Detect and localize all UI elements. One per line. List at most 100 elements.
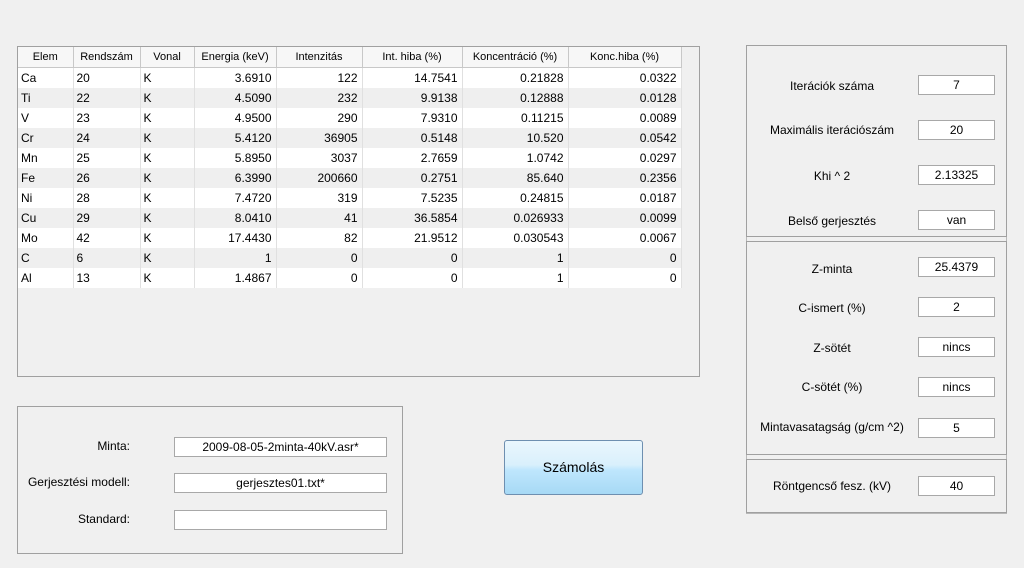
column-header[interactable]: Energia (keV) — [194, 47, 277, 68]
table-cell[interactable]: 0.2356 — [568, 168, 682, 188]
table-cell[interactable]: Fe — [18, 168, 74, 188]
table-cell[interactable]: K — [140, 208, 195, 228]
table-cell[interactable]: K — [140, 88, 195, 108]
table-cell[interactable]: 0.24815 — [462, 188, 569, 208]
table-cell[interactable]: 1 — [462, 248, 569, 268]
table-cell[interactable]: Cu — [18, 208, 74, 228]
table-cell[interactable]: K — [140, 67, 195, 88]
excitation-model-field[interactable]: gerjesztes01.txt* — [174, 473, 387, 493]
table-cell[interactable]: 0 — [568, 268, 682, 288]
table-cell[interactable]: 85.640 — [462, 168, 569, 188]
table-cell[interactable]: Ca — [18, 67, 74, 88]
table-cell[interactable]: 0.11215 — [462, 108, 569, 128]
table-cell[interactable]: 0.030543 — [462, 228, 569, 248]
results-table[interactable]: Elem Rendszám Vonal Energia (keV) Intenz… — [18, 47, 682, 288]
table-cell[interactable]: 0 — [362, 268, 463, 288]
table-cell[interactable]: K — [140, 188, 195, 208]
column-header[interactable]: Intenzitás — [276, 47, 363, 68]
calculate-button[interactable]: Számolás — [504, 440, 643, 495]
table-cell[interactable]: K — [140, 148, 195, 168]
table-cell[interactable]: K — [140, 108, 195, 128]
sample-thickness-field[interactable]: 5 — [918, 418, 995, 438]
table-cell[interactable]: 14.7541 — [362, 67, 463, 88]
table-cell[interactable]: 0 — [276, 268, 363, 288]
table-cell[interactable]: V — [18, 108, 74, 128]
c-known-field[interactable]: 2 — [918, 297, 995, 317]
column-header[interactable]: Koncentráció (%) — [462, 47, 569, 68]
column-header[interactable]: Elem — [18, 47, 74, 68]
table-cell[interactable]: 0.21828 — [462, 67, 569, 88]
table-cell[interactable]: 7.4720 — [194, 188, 277, 208]
table-cell[interactable]: 10.520 — [462, 128, 569, 148]
table-cell[interactable]: 5.8950 — [194, 148, 277, 168]
iteration-count-field[interactable]: 7 — [918, 75, 995, 95]
table-cell[interactable]: 0 — [362, 248, 463, 268]
standard-field[interactable] — [174, 510, 387, 530]
table-cell[interactable]: 36905 — [276, 128, 363, 148]
table-cell[interactable]: 1 — [194, 248, 277, 268]
table-cell[interactable]: 41 — [276, 208, 363, 228]
table-cell[interactable]: 0.0542 — [568, 128, 682, 148]
table-cell[interactable]: Mo — [18, 228, 74, 248]
table-cell[interactable]: 1.4867 — [194, 268, 277, 288]
table-cell[interactable]: 0 — [276, 248, 363, 268]
table-cell[interactable]: Mn — [18, 148, 74, 168]
table-row[interactable]: Al 13 K 1.4867 0 0 1 0 — [18, 268, 682, 288]
table-row[interactable]: V 23 K 4.9500 290 7.9310 0.11215 0.0089 — [18, 108, 682, 128]
table-cell[interactable]: 29 — [73, 208, 141, 228]
table-cell[interactable]: 25 — [73, 148, 141, 168]
table-cell[interactable]: Al — [18, 268, 74, 288]
c-dark-field[interactable]: nincs — [918, 377, 995, 397]
table-cell[interactable]: 20 — [73, 67, 141, 88]
table-row[interactable]: Mn 25 K 5.8950 3037 2.7659 1.0742 0.0297 — [18, 148, 682, 168]
table-cell[interactable]: 1.0742 — [462, 148, 569, 168]
table-cell[interactable]: 0.0089 — [568, 108, 682, 128]
table-cell[interactable]: Ti — [18, 88, 74, 108]
column-header[interactable]: Vonal — [140, 47, 195, 68]
table-cell[interactable]: C — [18, 248, 74, 268]
column-header[interactable]: Konc.hiba (%) — [568, 47, 682, 68]
table-cell[interactable]: 0 — [568, 248, 682, 268]
table-cell[interactable]: 290 — [276, 108, 363, 128]
table-cell[interactable]: 4.9500 — [194, 108, 277, 128]
table-cell[interactable]: K — [140, 128, 195, 148]
table-cell[interactable]: 0.0297 — [568, 148, 682, 168]
table-cell[interactable]: 2.7659 — [362, 148, 463, 168]
table-cell[interactable]: 0.0099 — [568, 208, 682, 228]
table-cell[interactable]: 4.5090 — [194, 88, 277, 108]
table-cell[interactable]: 26 — [73, 168, 141, 188]
z-sample-field[interactable]: 25.4379 — [918, 257, 995, 277]
table-cell[interactable]: 0.5148 — [362, 128, 463, 148]
table-cell[interactable]: 8.0410 — [194, 208, 277, 228]
table-cell[interactable]: 0.2751 — [362, 168, 463, 188]
table-cell[interactable]: 1 — [462, 268, 569, 288]
table-cell[interactable]: Cr — [18, 128, 74, 148]
table-cell[interactable]: 0.12888 — [462, 88, 569, 108]
table-cell[interactable]: Ni — [18, 188, 74, 208]
table-row[interactable]: Ca 20 K 3.6910 122 14.7541 0.21828 0.0322 — [18, 67, 682, 88]
table-cell[interactable]: 0.0187 — [568, 188, 682, 208]
max-iteration-field[interactable]: 20 — [918, 120, 995, 140]
table-row[interactable]: Ni 28 K 7.4720 319 7.5235 0.24815 0.0187 — [18, 188, 682, 208]
internal-excitation-field[interactable]: van — [918, 210, 995, 230]
table-cell[interactable]: 22 — [73, 88, 141, 108]
column-header[interactable]: Rendszám — [73, 47, 141, 68]
table-cell[interactable]: K — [140, 268, 195, 288]
table-row[interactable]: Fe 26 K 6.3990 200660 0.2751 85.640 0.2356 — [18, 168, 682, 188]
column-header[interactable]: Int. hiba (%) — [362, 47, 463, 68]
table-cell[interactable]: 13 — [73, 268, 141, 288]
table-cell[interactable]: 17.4430 — [194, 228, 277, 248]
table-cell[interactable]: 21.9512 — [362, 228, 463, 248]
table-cell[interactable]: 28 — [73, 188, 141, 208]
table-row[interactable]: Mo 42 K 17.4430 82 21.9512 0.030543 0.0067 — [18, 228, 682, 248]
table-cell[interactable]: 7.5235 — [362, 188, 463, 208]
table-row[interactable]: Ti 22 K 4.5090 232 9.9138 0.12888 0.0128 — [18, 88, 682, 108]
sample-file-field[interactable]: 2009-08-05-2minta-40kV.asr* — [174, 437, 387, 457]
table-cell[interactable]: 200660 — [276, 168, 363, 188]
table-cell[interactable]: 6 — [73, 248, 141, 268]
table-cell[interactable]: 319 — [276, 188, 363, 208]
table-cell[interactable]: 0.0067 — [568, 228, 682, 248]
table-row[interactable]: Cr 24 K 5.4120 36905 0.5148 10.520 0.0542 — [18, 128, 682, 148]
table-cell[interactable]: 7.9310 — [362, 108, 463, 128]
chi-square-field[interactable]: 2.13325 — [918, 165, 995, 185]
